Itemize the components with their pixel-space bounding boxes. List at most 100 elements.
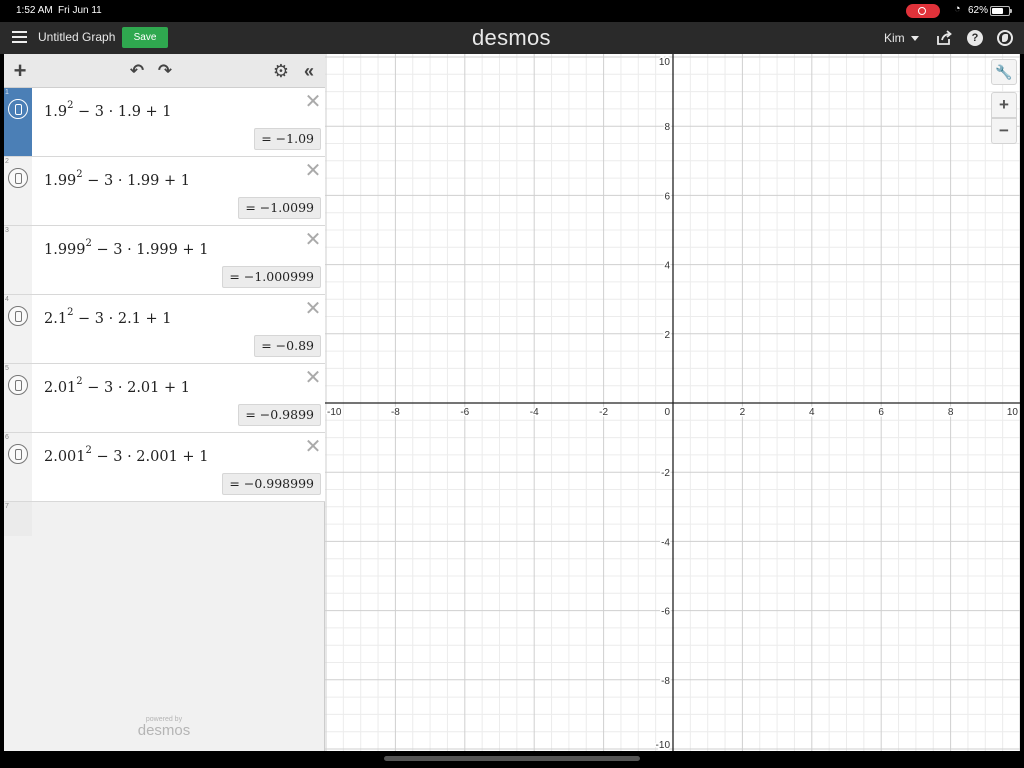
- formula-exponent: 2: [67, 100, 74, 111]
- expression-formula[interactable]: 2.012 − 3 · 2.01 + 1: [44, 376, 190, 396]
- share-icon[interactable]: [936, 30, 952, 46]
- y-tick-label: -6: [661, 607, 670, 618]
- formula-exponent: 2: [67, 307, 74, 318]
- expression-gutter: 7: [4, 502, 32, 536]
- expression-formula[interactable]: 1.9992 − 3 · 1.999 + 1: [44, 238, 209, 258]
- graph-paper[interactable]: -10 -8 -6 -4 -2 0 2 4 6 8 10 10 8 6 4 2 -2 -4 -6 -8 -10 🔧 + …: [325, 54, 1020, 751]
- expression-result: = −1.000999: [222, 266, 321, 288]
- redo-icon[interactable]: ↷: [154, 60, 176, 82]
- y-tick-label: -8: [661, 676, 670, 687]
- battery-percent: 62%: [968, 5, 989, 16]
- caret-down-icon: [910, 36, 919, 42]
- formula-rest: − 3 · 1.999 + 1: [91, 241, 209, 258]
- expression-number: 4: [5, 296, 9, 303]
- formula-base: 2.01: [44, 379, 77, 396]
- delete-expression-icon[interactable]: ✕: [303, 92, 323, 112]
- expression-result: = −0.998999: [222, 473, 321, 495]
- y-tick-label: 8: [664, 122, 670, 133]
- delete-expression-icon[interactable]: ✕: [303, 161, 323, 181]
- expression-panel: + ↶ ↷ ⚙ « 1 1.92 − 3 · 1.9 + 1 ✕ = −1.09…: [4, 54, 325, 751]
- y-tick-label: -4: [661, 537, 670, 548]
- expression-row[interactable]: 3 1.9992 − 3 · 1.999 + 1 ✕ = −1.000999: [4, 226, 325, 295]
- formula-rest: − 3 · 2.001 + 1: [91, 448, 209, 465]
- desmos-logo: desmos: [472, 25, 551, 50]
- expression-gutter: 2: [4, 157, 32, 225]
- x-tick-label: 8: [948, 407, 954, 418]
- delete-expression-icon[interactable]: ✕: [303, 437, 323, 457]
- formula-rest: − 3 · 2.01 + 1: [82, 379, 190, 396]
- expression-row[interactable]: 5 2.012 − 3 · 2.01 + 1 ✕ = −0.9899: [4, 364, 325, 433]
- wifi-icon: ◔: [954, 3, 961, 15]
- home-indicator[interactable]: [384, 756, 640, 761]
- formula-base: 1.999: [44, 241, 86, 258]
- expression-formula[interactable]: 2.0012 − 3 · 2.001 + 1: [44, 445, 209, 465]
- expression-row[interactable]: 4 2.12 − 3 · 2.1 + 1 ✕ = −0.89: [4, 295, 325, 364]
- expression-number: 7: [5, 503, 9, 510]
- computed-value-icon[interactable]: [8, 168, 28, 188]
- expression-gutter: 3: [4, 226, 32, 294]
- delete-expression-icon[interactable]: ✕: [303, 299, 323, 319]
- expression-number: 2: [5, 158, 9, 165]
- expression-result: = −0.89: [254, 335, 321, 357]
- delete-expression-icon[interactable]: ✕: [303, 230, 323, 250]
- empty-expression-row[interactable]: 7: [4, 502, 325, 536]
- status-bar: 1:52 AM Fri Jun 11 ◔ 62%: [0, 0, 1024, 22]
- x-tick-label: 10: [1007, 407, 1019, 418]
- expression-list: 1 1.92 − 3 · 1.9 + 1 ✕ = −1.09 2 1.992 −…: [4, 88, 325, 536]
- x-tick-label: -4: [530, 407, 539, 418]
- formula-base: 1.99: [44, 172, 77, 189]
- collapse-panel-icon[interactable]: «: [297, 60, 319, 82]
- formula-exponent: 2: [85, 238, 92, 249]
- y-tick-label: 2: [664, 330, 670, 341]
- save-button[interactable]: Save: [122, 27, 168, 48]
- expression-gutter: 5: [4, 364, 32, 432]
- expression-row[interactable]: 2 1.992 − 3 · 1.99 + 1 ✕ = −1.0099: [4, 157, 325, 226]
- expression-row[interactable]: 6 2.0012 − 3 · 2.001 + 1 ✕ = −0.998999: [4, 433, 325, 502]
- settings-gear-icon[interactable]: ⚙: [270, 60, 292, 82]
- powered-by-logo: desmos: [137, 722, 191, 739]
- x-tick-label: -2: [599, 407, 608, 418]
- computed-value-icon[interactable]: [8, 99, 28, 119]
- y-tick-label: 10: [659, 57, 671, 68]
- formula-base: 1.9: [44, 103, 68, 120]
- undo-icon[interactable]: ↶: [126, 60, 148, 82]
- expression-formula[interactable]: 2.12 − 3 · 2.1 + 1: [44, 307, 172, 327]
- graph-grid[interactable]: -10 -8 -6 -4 -2 0 2 4 6 8 10 10 8 6 4 2 -2 -4 -6 -8 -10: [325, 54, 1020, 751]
- expression-gutter: 1: [4, 88, 32, 156]
- expression-toolbar: + ↶ ↷ ⚙ «: [4, 54, 325, 88]
- x-tick-label: -8: [391, 407, 400, 418]
- add-item-icon[interactable]: +: [9, 60, 31, 82]
- computed-value-icon[interactable]: [8, 306, 28, 326]
- expression-formula[interactable]: 1.92 − 3 · 1.9 + 1: [44, 100, 172, 120]
- status-date: Fri Jun 11: [58, 5, 102, 16]
- formula-rest: − 3 · 1.99 + 1: [82, 172, 190, 189]
- powered-by-desmos: powered by desmos: [132, 716, 196, 739]
- formula-exponent: 2: [85, 445, 92, 456]
- battery-icon: [990, 6, 1012, 16]
- formula-exponent: 2: [76, 376, 83, 387]
- hamburger-menu-icon[interactable]: [12, 31, 27, 43]
- y-tick-label: 4: [664, 261, 670, 272]
- formula-rest: − 3 · 1.9 + 1: [73, 103, 172, 120]
- zoom-in-icon[interactable]: +: [991, 92, 1017, 118]
- x-tick-label: 0: [664, 407, 670, 418]
- zoom-out-icon[interactable]: −: [991, 118, 1017, 144]
- expression-formula[interactable]: 1.992 − 3 · 1.99 + 1: [44, 169, 190, 189]
- user-menu[interactable]: Kim: [884, 31, 919, 45]
- help-icon[interactable]: ?: [967, 30, 983, 46]
- status-time: 1:52 AM: [16, 5, 53, 16]
- expression-row[interactable]: 1 1.92 − 3 · 1.9 + 1 ✕ = −1.09: [4, 88, 325, 157]
- delete-expression-icon[interactable]: ✕: [303, 368, 323, 388]
- y-tick-label: -10: [656, 740, 671, 751]
- screen-recording-icon[interactable]: [906, 4, 940, 18]
- expression-number: 1: [5, 89, 9, 96]
- y-tick-label: 6: [664, 191, 670, 202]
- computed-value-icon[interactable]: [8, 375, 28, 395]
- expression-result: = −1.09: [254, 128, 321, 150]
- wrench-icon[interactable]: 🔧: [991, 59, 1017, 85]
- x-tick-label: -10: [327, 407, 342, 418]
- graph-title[interactable]: Untitled Graph: [38, 30, 115, 44]
- computed-value-icon[interactable]: [8, 444, 28, 464]
- expression-number: 5: [5, 365, 9, 372]
- language-globe-icon[interactable]: [997, 30, 1013, 46]
